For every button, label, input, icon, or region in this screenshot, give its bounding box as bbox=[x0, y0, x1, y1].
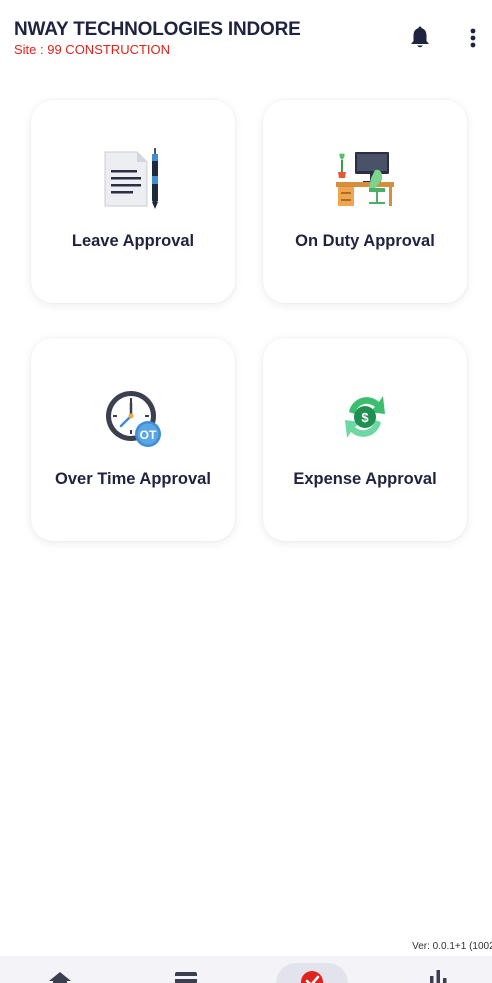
version-label: Ver: 0.0.1+1 (1002) bbox=[412, 941, 492, 952]
expense-approval-card[interactable]: $ Expense Approval bbox=[263, 338, 467, 541]
bottom-navigation bbox=[0, 956, 492, 983]
home-icon[interactable] bbox=[47, 956, 73, 983]
check-circle-icon[interactable] bbox=[299, 956, 325, 983]
notification-bell-icon[interactable] bbox=[407, 25, 433, 51]
card-label: Expense Approval bbox=[293, 470, 437, 488]
chart-icon[interactable] bbox=[425, 956, 451, 983]
clock-ot-icon: OT bbox=[103, 386, 163, 450]
card-icon[interactable] bbox=[173, 956, 199, 983]
site-name: Site : 99 CONSTRUCTION bbox=[14, 42, 171, 57]
card-label: Leave Approval bbox=[71, 232, 195, 250]
company-name: NWAY TECHNOLOGIES INDORE bbox=[14, 19, 301, 40]
office-desk-icon bbox=[335, 148, 395, 212]
money-cycle-icon: $ bbox=[335, 386, 395, 450]
over-time-approval-card[interactable]: OT Over Time Approval bbox=[31, 338, 235, 541]
svg-text:$: $ bbox=[361, 410, 369, 425]
card-label: On Duty Approval bbox=[295, 232, 435, 250]
app-header: NWAY TECHNOLOGIES INDORE Site : 99 CONST… bbox=[0, 0, 492, 70]
on-duty-approval-card[interactable]: On Duty Approval bbox=[263, 100, 467, 303]
card-label: Over Time Approval bbox=[55, 470, 211, 488]
svg-text:OT: OT bbox=[140, 428, 157, 442]
more-vertical-icon[interactable] bbox=[462, 26, 484, 50]
document-pen-icon bbox=[103, 148, 163, 212]
leave-approval-card[interactable]: Leave Approval bbox=[31, 100, 235, 303]
